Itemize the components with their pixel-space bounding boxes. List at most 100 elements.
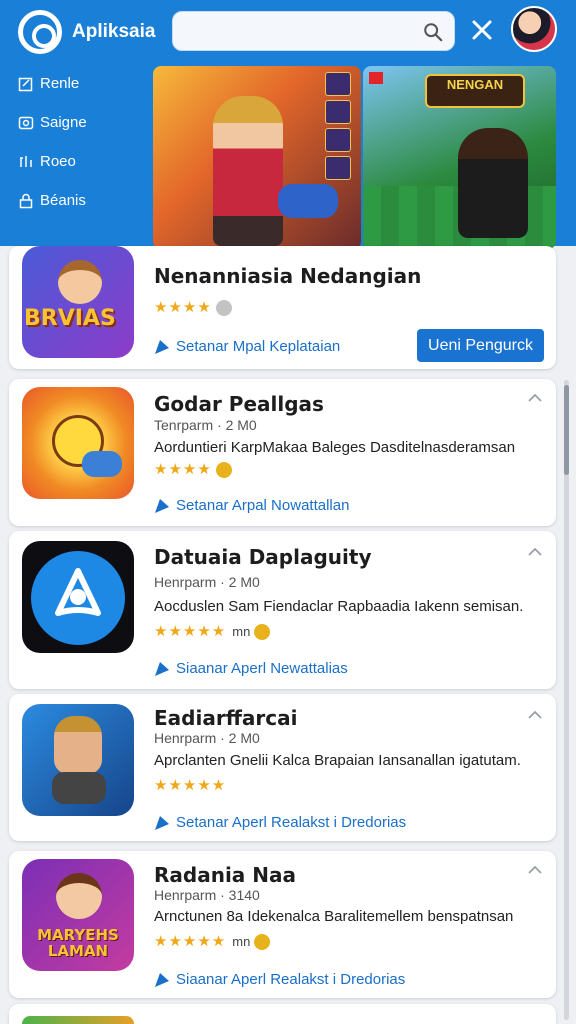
- search-input[interactable]: [185, 20, 415, 44]
- sidebar: Renle Saigne Roeo Béanis: [12, 64, 147, 220]
- app-icon[interactable]: [22, 1016, 134, 1024]
- rating-tag: mn: [232, 624, 251, 639]
- app-name[interactable]: Nenanniasia Nedangian: [154, 264, 421, 288]
- flag-icon: [155, 815, 169, 830]
- sidebar-item-roeo[interactable]: Roeo: [12, 142, 147, 181]
- thumbnail: [325, 72, 351, 96]
- flag-icon: [155, 661, 169, 676]
- character-face: [56, 873, 102, 919]
- rating-stars: ★★★★★ mn: [154, 932, 271, 951]
- star-glyphs: ★★★★★: [154, 933, 227, 950]
- featured-banner-soccer[interactable]: NENGAN: [363, 66, 556, 249]
- banner-player-figure: [458, 128, 528, 238]
- app-description: Arnctunen 8a Idekenalca Baralitemellem b…: [154, 908, 514, 925]
- avatar[interactable]: [511, 6, 557, 52]
- rating-stars: ★★★★★ mn: [154, 622, 271, 641]
- chevron-up-icon[interactable]: [528, 865, 542, 875]
- character-face: [54, 716, 102, 774]
- featured-banner-hero[interactable]: [153, 66, 361, 249]
- banner-game-logo: NENGAN: [425, 74, 525, 108]
- star-glyphs: ★★★★: [154, 461, 212, 478]
- bars-icon: [20, 155, 32, 167]
- rating-stars: ★★★★★: [154, 776, 226, 794]
- app-icon[interactable]: [22, 387, 134, 499]
- thumbnail: [325, 128, 351, 152]
- chevron-up-icon[interactable]: [528, 393, 542, 403]
- close-icon[interactable]: [468, 16, 496, 44]
- app-meta: Tenrparm · 2 M0: [154, 417, 257, 433]
- app-name[interactable]: Godar Peallgas: [154, 392, 324, 416]
- camera-icon: [18, 116, 34, 129]
- primary-action-button[interactable]: Ueni Pengurck: [417, 329, 544, 362]
- flag-icon: [155, 498, 169, 513]
- install-link[interactable]: Setanar Arpal Nowattallan: [154, 497, 349, 514]
- banner-side-thumbnails: [325, 72, 353, 192]
- app-name[interactable]: Eadiarffarcai: [154, 706, 297, 730]
- info-icon: [215, 300, 232, 317]
- edit-icon: [18, 77, 33, 91]
- flag-icon: [155, 972, 169, 987]
- app-description: Aocduslen Sam Fiendaclar Rapbaadia Iaken…: [154, 598, 524, 615]
- install-link[interactable]: Setanar Mpal Keplataian: [154, 338, 340, 355]
- app-description: Aprclanten Gnelii Kalca Brapaian Iansana…: [154, 752, 521, 769]
- chevron-up-icon[interactable]: [528, 547, 542, 557]
- app-meta: Henrparm · 2 M0: [154, 730, 260, 746]
- app-card[interactable]: Eadiarffarcai Henrparm · 2 M0 Aprclanten…: [9, 694, 556, 841]
- install-link[interactable]: Siaanar Aperl Newattalias: [154, 660, 348, 677]
- coin-icon: [254, 624, 271, 641]
- coin-icon: [254, 934, 271, 951]
- app-card[interactable]: MARYEHS LAMAN Radania Naa Henrparm · 314…: [9, 851, 556, 998]
- app-icon[interactable]: MARYEHS LAMAN: [22, 859, 134, 971]
- app-name[interactable]: Radania Naa: [154, 863, 296, 887]
- app-icon-text: MARYEHS LAMAN: [37, 926, 119, 960]
- star-glyphs: ★★★★: [154, 299, 212, 316]
- coin-icon: [215, 462, 232, 479]
- sidebar-item-label: Roeo: [40, 153, 76, 170]
- app-name[interactable]: Datuaia Daplaguity: [154, 545, 371, 569]
- app-card-partial[interactable]: [9, 1004, 556, 1024]
- character-face: [58, 260, 102, 304]
- gamepad-icon: [82, 451, 122, 477]
- app-icon[interactable]: [22, 541, 134, 653]
- sidebar-item-renle[interactable]: Renle: [12, 64, 147, 103]
- star-glyphs: ★★★★★: [154, 777, 227, 794]
- scrollbar-thumb[interactable]: [564, 385, 569, 475]
- install-link-label: Setanar Arpal Nowattallan: [176, 497, 350, 514]
- rating-tag: mn: [232, 934, 251, 949]
- app-icon[interactable]: [22, 704, 134, 816]
- sidebar-item-beanis[interactable]: Béanis: [12, 181, 147, 220]
- sidebar-item-saigne[interactable]: Saigne: [12, 103, 147, 142]
- app-icon[interactable]: BRVIAS: [22, 246, 134, 358]
- install-link-label: Siaanar Aperl Newattalias: [176, 660, 348, 677]
- app-logo[interactable]: Apliksaia: [18, 10, 155, 54]
- lock-icon: [19, 193, 33, 208]
- app-title: Apliksaia: [72, 21, 156, 42]
- rating-stars: ★★★★: [154, 298, 232, 317]
- banner-hero-figure: [213, 96, 283, 246]
- install-link-label: Siaanar Aperl Realakst i Dredorias: [176, 971, 406, 988]
- sidebar-item-label: Renle: [40, 75, 80, 92]
- app-description: Aorduntieri KarpMakaa Baleges Dasditelna…: [154, 439, 516, 456]
- star-glyphs: ★★★★★: [154, 623, 227, 640]
- gamepad-icon: [52, 772, 106, 804]
- flag-icon: [155, 339, 169, 354]
- app-card[interactable]: BRVIAS Nenanniasia Nedangian ★★★★ Setana…: [9, 246, 556, 369]
- sidebar-item-label: Saigne: [40, 114, 87, 131]
- banner-corner-mark: [369, 72, 383, 84]
- chevron-up-icon[interactable]: [528, 710, 542, 720]
- app-icon-text: BRVIAS: [24, 306, 116, 331]
- app-meta: Henrparm · 2 M0: [154, 574, 260, 590]
- install-link[interactable]: Siaanar Aperl Realakst i Dredorias: [154, 971, 405, 988]
- install-link[interactable]: Setanar Aperl Realakst i Dredorias: [154, 814, 406, 831]
- install-link-label: Setanar Aperl Realakst i Dredorias: [176, 814, 407, 831]
- install-link-label: Setanar Mpal Keplataian: [176, 338, 341, 355]
- thumbnail: [325, 100, 351, 124]
- search-icon[interactable]: [422, 21, 444, 43]
- app-meta: Henrparm · 3140: [154, 887, 260, 903]
- scrollbar-track[interactable]: [564, 380, 569, 1020]
- app-card[interactable]: Datuaia Daplaguity Henrparm · 2 M0 Aocdu…: [9, 531, 556, 689]
- rating-stars: ★★★★: [154, 460, 232, 479]
- thumbnail: [325, 156, 351, 180]
- search-bar[interactable]: [172, 11, 455, 51]
- app-card[interactable]: Godar Peallgas Tenrparm · 2 M0 Aorduntie…: [9, 379, 556, 526]
